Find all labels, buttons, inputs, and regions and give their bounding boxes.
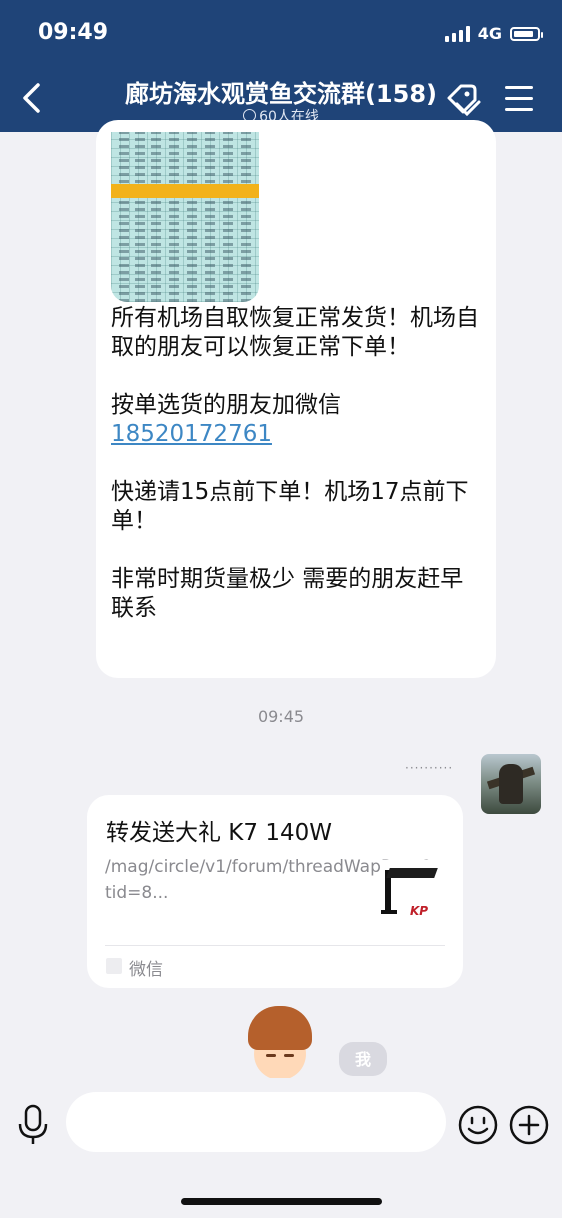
me-tag: 我 [339, 1042, 387, 1076]
message-image[interactable] [111, 132, 259, 302]
wechat-icon [106, 958, 122, 974]
battery-icon [510, 26, 543, 41]
link-card-title: 转发送大礼 K7 140W [106, 820, 332, 846]
time-divider: 09:45 [257, 707, 305, 726]
home-indicator[interactable] [181, 1198, 382, 1205]
emoji-icon[interactable] [458, 1105, 498, 1145]
microphone-icon[interactable] [16, 1103, 50, 1147]
sender-name-placeholder: ·········· [405, 761, 454, 775]
chat-header: 09:49 4G 廊坊海水观赏鱼交流群(158) 60人在线 [0, 0, 562, 132]
status-indicators: 4G [444, 24, 543, 43]
message-text-main: 所有机场自取恢复正常发货！机场自取的朋友可以恢复正常下单！ 按单选货的朋友加微信 [111, 305, 479, 418]
avatar[interactable] [481, 754, 541, 814]
link-card-source: 微信 [129, 960, 163, 980]
divider [105, 945, 445, 946]
menu-icon[interactable] [505, 86, 533, 112]
phone-link[interactable]: 18520172761 [111, 421, 272, 447]
cartoon-avatar[interactable] [244, 1006, 316, 1078]
link-card-thumbnail: KP [380, 860, 446, 926]
message-input[interactable] [66, 1092, 446, 1152]
signal-icon [444, 25, 470, 42]
plus-icon[interactable] [509, 1105, 549, 1145]
network-type: 4G [477, 24, 502, 43]
status-time: 09:49 [38, 20, 109, 45]
message-text-after: 快递请15点前下单！机场17点前下单！ 非常时期货量极少 需要的朋友赶早联系 [111, 479, 469, 621]
message-text: 所有机场自取恢复正常发货！机场自取的朋友可以恢复正常下单！ 按单选货的朋友加微信… [111, 304, 483, 623]
tag-icon[interactable] [443, 80, 483, 120]
link-card-description: /mag/circle/v1/forum/threadWapPage?tid=8… [105, 857, 432, 903]
thumbnail-logo: KP [410, 904, 429, 918]
